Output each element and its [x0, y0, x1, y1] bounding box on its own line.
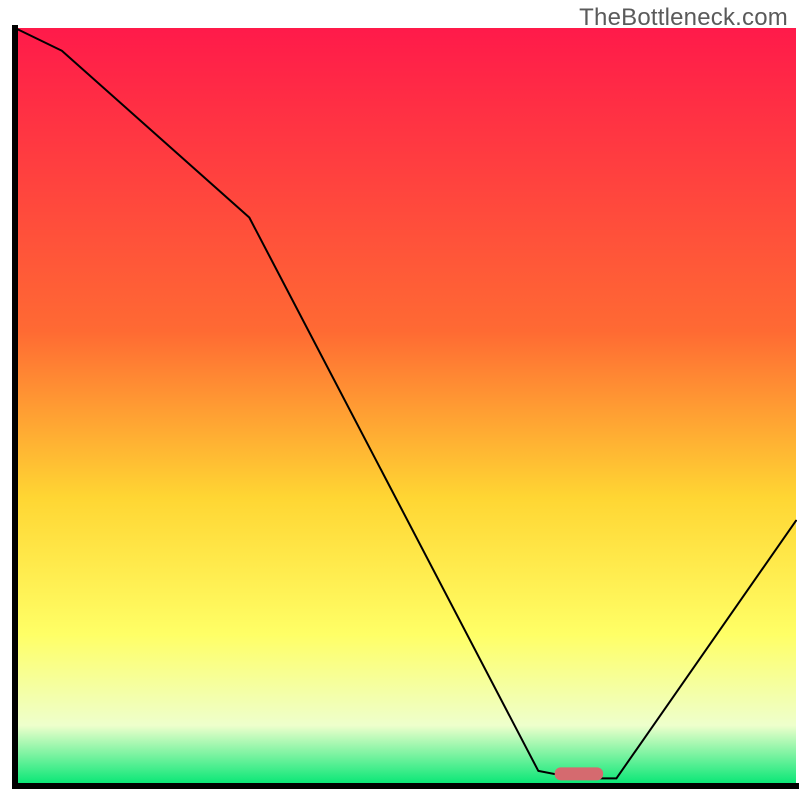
watermark-text: TheBottleneck.com — [579, 4, 788, 32]
chart-svg — [0, 0, 800, 800]
bottleneck-chart: TheBottleneck.com — [0, 0, 800, 800]
plot-area — [15, 28, 796, 786]
optimum-marker — [555, 767, 603, 780]
